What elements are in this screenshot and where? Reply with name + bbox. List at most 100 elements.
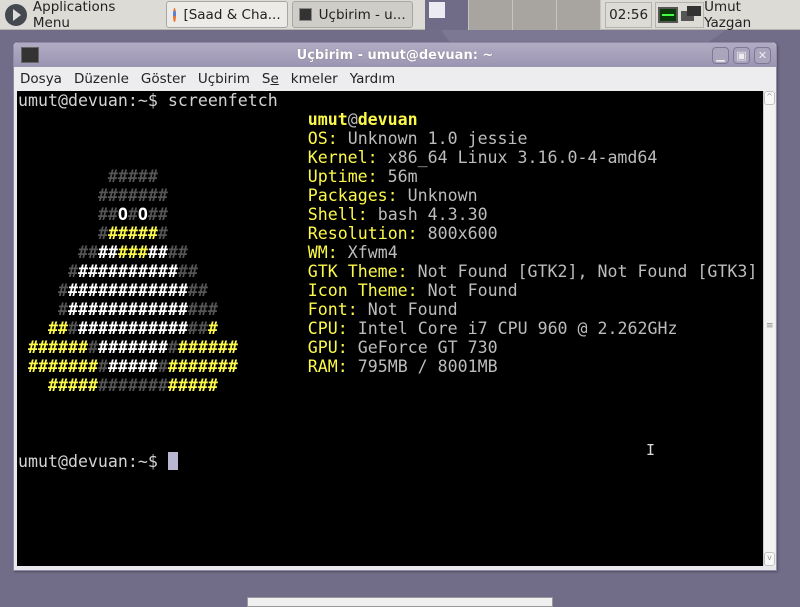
workspace-2[interactable] <box>469 0 514 30</box>
top-panel: Applications Menu [Saad & Cha... Uçbirim… <box>0 0 800 31</box>
logo-row: ##################### <box>18 357 238 376</box>
info-value: 56m <box>387 167 418 186</box>
logo-segment: ## <box>97 205 118 224</box>
applications-menu-button[interactable]: Applications Menu <box>0 0 162 31</box>
logo-segment: # <box>97 357 108 376</box>
terminal-line: OS: Unknown 1.0 jessie <box>18 129 763 148</box>
scroll-up-icon[interactable]: ^ <box>764 91 775 105</box>
info-key: Shell: <box>307 205 368 224</box>
task-terminal[interactable]: Uçbirim - u... <box>291 1 414 28</box>
menu-duzenle[interactable]: Düzenle <box>74 71 129 87</box>
system-monitor-icon[interactable] <box>658 6 679 23</box>
info-value: GeForce GT 730 <box>357 338 498 357</box>
info-key: Kernel: <box>307 148 378 167</box>
menu-dosya[interactable]: Dosya <box>20 71 62 87</box>
info-value: 800x600 <box>427 224 498 243</box>
menu-sekmeler[interactable]: Se kmeler <box>262 71 338 87</box>
logo-segment: ## <box>177 262 198 281</box>
system-tray <box>655 1 705 28</box>
logo-row: ####### <box>18 224 168 243</box>
logo-segment: O <box>117 205 128 224</box>
maximize-button[interactable]: ▣ <box>733 46 750 64</box>
logo-row: ##O#O## <box>18 205 168 224</box>
info-key: GTK Theme: <box>307 262 408 281</box>
terminal-line: ################ Font: Not Found <box>18 300 763 319</box>
logo-row: ############# <box>18 262 198 281</box>
logo-segment: ## <box>97 243 118 262</box>
logo-segment: ##### <box>167 376 218 395</box>
logo-row: ####### <box>18 186 168 205</box>
workspace-1[interactable] <box>425 0 470 30</box>
window-title: Uçbirim - umut@devuan: ~ <box>296 47 494 63</box>
info-key: Resolution: <box>307 224 418 243</box>
logo-segment: ########## <box>77 262 178 281</box>
info-value: 795MB / 8001MB <box>357 357 498 376</box>
logo-segment: ### <box>187 300 218 319</box>
terminal-output[interactable]: umut@devuan:~$ screenfetch umut@devuan O… <box>17 91 763 566</box>
logo-segment: # <box>57 281 68 300</box>
menu-yardim[interactable]: Yardım <box>350 71 395 87</box>
terminal-line: ################# CPU: Intel Core i7 CPU… <box>18 319 763 338</box>
info-value: Unknown 1.0 jessie <box>347 129 528 148</box>
app-menu-icon <box>5 3 27 26</box>
network-icon[interactable] <box>681 5 702 24</box>
task-label: [Saad & Cha... <box>183 6 281 23</box>
prompt: umut@devuan:~$ <box>18 91 168 110</box>
menu-goster[interactable]: Göster <box>141 71 186 87</box>
logo-row: ##### <box>18 167 158 186</box>
logo-segment: O <box>137 205 148 224</box>
logo-segment: ##### <box>47 376 98 395</box>
logo-segment: # <box>67 319 78 338</box>
workspace-switcher[interactable] <box>425 0 602 30</box>
info-value: Xfwm4 <box>347 243 398 262</box>
title-bar[interactable]: Uçbirim - umut@devuan: ~ ▁ ▣ ✕ <box>14 43 776 67</box>
menu-ucbirim[interactable]: Uçbirim <box>198 71 250 87</box>
info-value: bash 4.3.30 <box>377 205 488 224</box>
logo-segment: ###### <box>177 338 238 357</box>
info-host: devuan <box>357 110 418 129</box>
logo-segment: # <box>167 338 178 357</box>
terminal-line: ################# <box>18 376 763 395</box>
info-value: x86_64 Linux 3.16.0-4-amd64 <box>387 148 658 167</box>
task-firefox[interactable]: [Saad & Cha... <box>166 1 288 28</box>
info-key: GPU: <box>307 338 348 357</box>
terminal-window: Uçbirim - umut@devuan: ~ ▁ ▣ ✕ Dosya Düz… <box>13 42 777 571</box>
logo-segment: ## <box>147 243 168 262</box>
logo-row: ############### <box>18 281 208 300</box>
logo-segment: ############ <box>67 281 188 300</box>
scrollbar[interactable]: ^ ≡ v <box>763 91 775 566</box>
info-key: Font: <box>307 300 358 319</box>
user-menu[interactable]: Umut Yazgan <box>704 0 800 31</box>
terminal-line: ############### Icon Theme: Not Found <box>18 281 763 300</box>
logo-segment: ###### <box>28 338 88 357</box>
scroll-down-icon[interactable]: v <box>764 552 775 566</box>
logo-segment: ## <box>167 243 188 262</box>
info-value: Not Found <box>427 281 518 300</box>
logo-segment: ### <box>117 243 148 262</box>
clock[interactable]: 02:56 <box>605 1 653 28</box>
logo-segment: ####### <box>167 357 238 376</box>
close-button[interactable]: ✕ <box>754 46 771 64</box>
info-value: Unknown <box>407 186 478 205</box>
firefox-icon <box>173 7 177 22</box>
background-window <box>247 597 553 607</box>
close-icon: ✕ <box>757 48 768 62</box>
workspace-4[interactable] <box>557 0 602 30</box>
info-value: Not Found <box>367 300 458 319</box>
minimize-button[interactable]: ▁ <box>712 46 729 64</box>
logo-row: ################ <box>18 300 218 319</box>
scroll-grip-icon[interactable]: ≡ <box>766 321 774 331</box>
terminal-icon <box>298 8 312 21</box>
logo-segment: ########### <box>77 319 188 338</box>
logo-row: ##################### <box>18 338 238 357</box>
info-value: Intel Core i7 CPU 960 @ 2.262GHz <box>357 319 678 338</box>
logo-segment: ####### <box>28 357 98 376</box>
logo-segment: ##### <box>107 224 158 243</box>
logo-segment: ####### <box>97 338 168 357</box>
workspace-3[interactable] <box>513 0 558 30</box>
logo-row: ################# <box>18 376 218 395</box>
minimize-icon: ▁ <box>716 48 725 62</box>
applications-menu-label: Applications Menu <box>32 0 116 31</box>
